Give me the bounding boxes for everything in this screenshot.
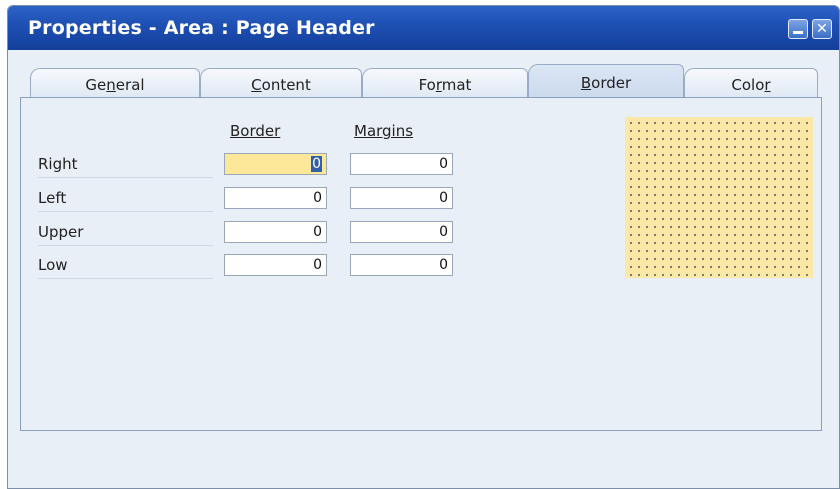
tab-format[interactable]: Format — [362, 68, 528, 100]
row-label-right: Right — [38, 155, 213, 178]
row-label-low: Low — [38, 256, 213, 279]
margins-column-header: Margins — [354, 122, 414, 140]
row-label-left: Left — [38, 189, 213, 212]
row-label-upper: Upper — [38, 223, 213, 246]
low-border-field[interactable]: 0 — [224, 254, 327, 276]
title-bar[interactable]: Properties - Area : Page Header — [8, 6, 839, 50]
close-icon[interactable] — [812, 19, 832, 39]
border-column-header: Border — [230, 122, 281, 140]
tab-bar: General Content Format Border Color — [22, 62, 822, 102]
tab-color[interactable]: Color — [684, 68, 818, 100]
tab-content[interactable]: Content — [200, 68, 362, 100]
left-border-field[interactable]: 0 — [224, 187, 327, 209]
window-title: Properties - Area : Page Header — [28, 17, 375, 39]
minimize-icon[interactable] — [788, 19, 808, 39]
low-margin-field[interactable]: 0 — [350, 254, 453, 276]
tab-general[interactable]: General — [30, 68, 200, 100]
left-margin-field[interactable]: 0 — [350, 187, 453, 209]
upper-margin-field[interactable]: 0 — [350, 221, 453, 243]
right-margin-field[interactable]: 0 — [350, 153, 453, 175]
right-border-field[interactable]: 0 — [224, 153, 327, 175]
upper-border-field[interactable]: 0 — [224, 221, 327, 243]
border-preview-area — [625, 117, 813, 278]
